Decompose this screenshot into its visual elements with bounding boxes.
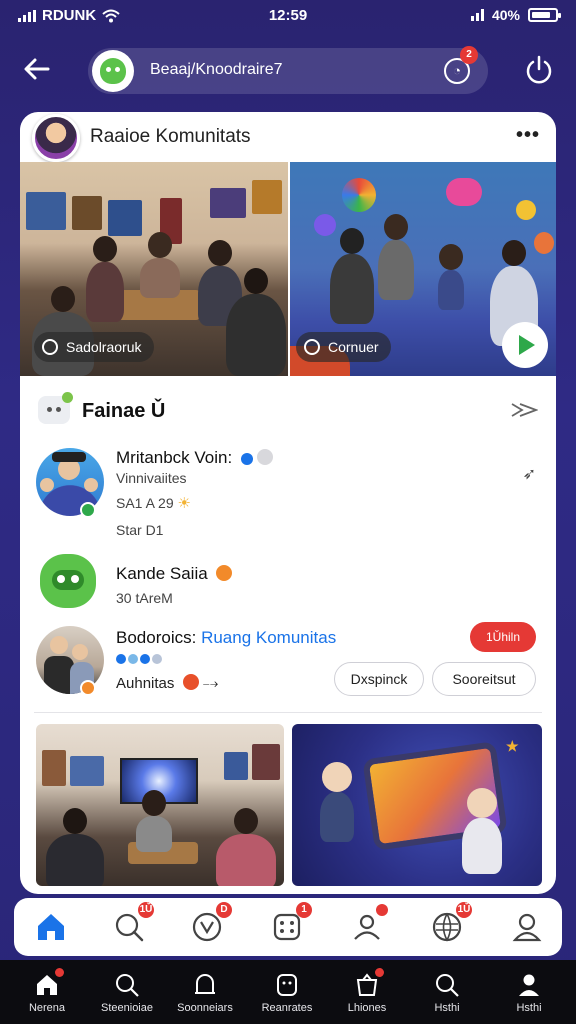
verified-icon <box>240 453 253 465</box>
reaction-icons <box>116 654 162 664</box>
nav-lists[interactable]: Hsthi <box>412 964 482 1014</box>
divider <box>34 712 542 713</box>
secondary-button[interactable]: Sooreitsut <box>432 662 536 696</box>
chat-icon <box>38 392 73 424</box>
tab-activity[interactable]: 1Ǔ <box>430 902 472 944</box>
section-title: Fainae Ǔ <box>82 400 166 422</box>
hero-left-chip-label: Sadolraoruk <box>66 339 142 355</box>
list-item[interactable]: Kande Saiia 30 tAreM <box>20 552 556 616</box>
nav-home-dot <box>55 968 64 977</box>
nav-profile[interactable]: Hsthi <box>494 964 564 1014</box>
row-name-accent: Ruang Komunitas <box>201 628 337 647</box>
message-icon <box>277 974 297 996</box>
arrow-left-icon <box>24 58 50 80</box>
award-icon <box>216 565 233 581</box>
hero-image-left[interactable]: Sadolraoruk <box>20 162 288 376</box>
app-header: Beaaj/Knoodraire7 ◔ 2 <box>0 40 576 100</box>
join-badge[interactable]: 1Ǔhiln <box>470 622 536 652</box>
hero-right-chip-label: Cornuer <box>328 339 379 355</box>
back-button[interactable] <box>20 52 60 92</box>
community-card: Raaioe Komunitats ••• Sadolraoruk Cornue… <box>20 112 556 894</box>
media-thumbnail[interactable]: ★ <box>292 724 542 886</box>
user-icon <box>519 974 539 996</box>
nav-notifications-dot <box>375 968 384 977</box>
tab-explore[interactable]: D <box>190 902 232 944</box>
arrow-icon: ⤍ <box>202 675 219 692</box>
battery-icon <box>528 8 561 22</box>
row-detail: Star D1 <box>116 522 164 538</box>
nav-messages-label: Reanrates <box>261 1002 313 1014</box>
status-dot-icon <box>256 449 273 465</box>
tab-community[interactable] <box>350 904 388 944</box>
battery-percent: 40% <box>491 7 520 23</box>
row-subtitle: Vinnivaiites <box>116 470 187 486</box>
discuss-button[interactable]: Dxspinck <box>334 662 424 696</box>
nav-notifications[interactable]: Lhiones <box>332 964 402 1014</box>
list-item[interactable]: Mritanbck Voin: Vinnivaiites SA1 A 29 ☀ … <box>20 446 556 546</box>
power-button[interactable] <box>524 54 554 88</box>
nav-search[interactable]: Steenioiae <box>92 964 162 1014</box>
online-badge <box>80 502 96 518</box>
cellular-icon <box>470 9 484 21</box>
card-header: Raaioe Komunitats ••• <box>20 112 556 162</box>
nav-search-label: Steenioiae <box>101 1002 153 1014</box>
community-name: Beaaj/Knoodraire7 <box>150 61 283 78</box>
fire-icon <box>182 674 199 690</box>
nav-messages[interactable]: Reanrates <box>252 964 322 1014</box>
nav-notifications-label: Lhiones <box>347 1002 387 1014</box>
nav-saved-label: Soonneiars <box>177 1002 233 1014</box>
row-subtitle: 30 tAreM <box>116 590 173 606</box>
row-name: Bodoroics: Ruang Komunitas <box>116 628 337 647</box>
search-icon <box>116 974 139 997</box>
share-arrow-icon <box>511 403 539 417</box>
hero-right-chip[interactable]: Cornuer <box>296 332 391 362</box>
circle-icon <box>42 339 58 355</box>
status-bar: RDUNK 12:59 40% <box>0 0 576 34</box>
avatar[interactable] <box>32 114 80 162</box>
search-icon <box>436 974 459 997</box>
avatar <box>40 554 96 608</box>
expand-button[interactable] <box>510 398 539 422</box>
tab-games[interactable]: 1 <box>270 902 312 944</box>
nav-home-label: Nerena <box>28 1002 66 1014</box>
sun-icon: ☀ <box>177 495 191 512</box>
nav-profile-label: Hsthi <box>516 1002 542 1014</box>
nav-lists-label: Hsthi <box>434 1002 460 1014</box>
list-item[interactable]: Bodoroics: Ruang Komunitas Auhnitas ⤍ 1Ǔ… <box>20 622 556 702</box>
tab-community-dot <box>376 904 388 916</box>
bottom-tab-bar: 1Ǔ D 1 1Ǔ <box>14 898 562 956</box>
tab-search[interactable]: 1Ǔ <box>112 902 154 944</box>
app-logo <box>92 50 134 92</box>
tab-profile[interactable] <box>510 910 544 944</box>
home-icon <box>38 914 64 940</box>
hero-image-right[interactable]: Cornuer <box>290 162 556 376</box>
card-title: Raaioe Komunitats <box>90 126 251 147</box>
notification-badge: 2 <box>460 46 478 64</box>
play-button[interactable] <box>502 322 548 368</box>
circle-icon <box>304 339 320 355</box>
row-subtitle: Auhnitas ⤍ <box>116 674 219 692</box>
more-options-button[interactable]: ••• <box>516 124 540 147</box>
tab-search-badge: 1Ǔ <box>138 902 154 918</box>
tab-home[interactable] <box>34 910 68 944</box>
hero-left-chip[interactable]: Sadolraoruk <box>34 332 154 362</box>
tab-activity-badge: 1Ǔ <box>456 902 472 918</box>
row-name: Mritanbck Voin: <box>116 448 273 468</box>
system-navigation: Nerena Steenioiae Soonneiars Reanrates L… <box>0 960 576 1024</box>
tab-games-badge: 1 <box>296 902 312 918</box>
nav-home[interactable]: Nerena <box>12 964 82 1014</box>
media-thumbnail[interactable] <box>36 724 284 886</box>
section-header: Fainae Ǔ <box>20 392 556 432</box>
tab-explore-badge: D <box>216 902 232 918</box>
row-meta: SA1 A 29 ☀ <box>116 495 191 512</box>
row-name: Kande Saiia <box>116 564 233 584</box>
user-icon <box>512 913 542 942</box>
nav-saved[interactable]: Soonneiars <box>170 964 240 1014</box>
trend-icon[interactable]: ➶ <box>523 464 536 484</box>
bell-icon <box>195 974 215 994</box>
power-icon <box>526 55 552 84</box>
award-badge <box>80 680 96 696</box>
community-switcher[interactable]: Beaaj/Knoodraire7 ◔ 2 <box>88 46 488 94</box>
